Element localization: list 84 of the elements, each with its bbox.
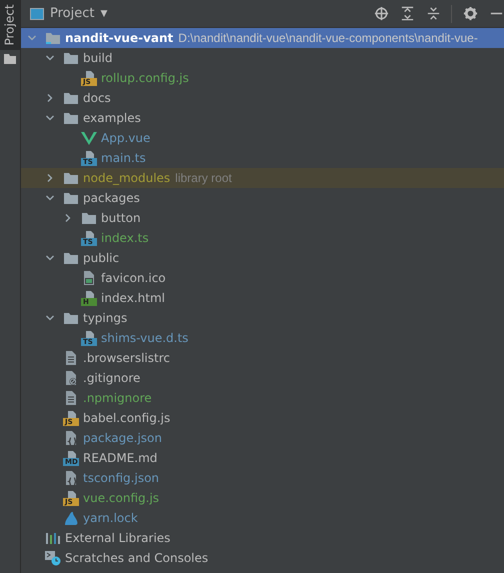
tree-row[interactable]: .browserslistrc (21, 348, 504, 368)
tree-row[interactable]: nandit-vue-vant D:\nandit\nandit-vue\nandit-vue-components\nandit-vue- (21, 28, 504, 48)
tree-row[interactable]: docs (21, 88, 504, 108)
tree-row[interactable]: public (21, 248, 504, 268)
settings-icon[interactable] (463, 6, 478, 21)
tree-row[interactable]: .gitignore (21, 368, 504, 388)
chevron-right-icon[interactable] (45, 93, 55, 103)
tree-row[interactable]: Scratches and Consoles (21, 548, 504, 568)
file-name: .browserslistrc (83, 351, 170, 365)
folder-icon (63, 110, 79, 126)
folder-icon (45, 30, 61, 46)
file-name: rollup.config.js (101, 71, 189, 85)
locate-icon[interactable] (374, 6, 389, 21)
tree-row[interactable]: typings (21, 308, 504, 328)
tree-row[interactable]: node_modules library root (21, 168, 504, 188)
file-name: build (83, 51, 113, 65)
tree-row[interactable]: packages (21, 188, 504, 208)
chevron-down-icon[interactable] (45, 313, 55, 323)
chevron-right-icon[interactable] (63, 213, 73, 223)
chevron-down-icon[interactable] (45, 193, 55, 203)
file-name: favicon.ico (101, 271, 166, 285)
tree-row[interactable]: package.json (21, 428, 504, 448)
image-file-icon (81, 270, 97, 286)
folder-icon[interactable] (4, 54, 16, 64)
file-name: App.vue (101, 131, 150, 145)
tree-row[interactable]: button (21, 208, 504, 228)
folder-icon (81, 210, 97, 226)
file-name: .npmignore (83, 391, 152, 405)
file-name: docs (83, 91, 111, 105)
collapse-all-icon[interactable] (426, 6, 441, 21)
file-name: button (101, 211, 141, 225)
file-name: yarn.lock (83, 511, 138, 525)
tree-row[interactable]: External Libraries (21, 528, 504, 548)
file-name: main.ts (101, 151, 146, 165)
path-note: D:\nandit\nandit-vue\nandit-vue-components\nandit-vue- (178, 31, 478, 45)
tree-row[interactable]: yarn.lock (21, 508, 504, 528)
vue-logo-icon (81, 130, 97, 146)
tree-row[interactable]: examples (21, 108, 504, 128)
tree-row[interactable]: App.vue (21, 128, 504, 148)
tree-row[interactable]: .npmignore (21, 388, 504, 408)
file-name: vue.config.js (83, 491, 160, 505)
file-name: index.html (101, 291, 165, 305)
file-name: External Libraries (65, 531, 170, 545)
folder-icon (63, 170, 79, 186)
tree-row[interactable]: favicon.ico (21, 268, 504, 288)
folder-icon (63, 90, 79, 106)
json-file-icon (63, 470, 79, 486)
file-name: package.json (83, 431, 162, 445)
text-file-icon (63, 350, 79, 366)
path-note: library root (175, 171, 232, 185)
tree-row[interactable]: build (21, 48, 504, 68)
file-name: public (83, 251, 120, 265)
expand-all-icon[interactable] (400, 6, 415, 21)
file-name: .gitignore (83, 371, 140, 385)
file-name: shims-vue.d.ts (101, 331, 188, 345)
dropdown-arrow[interactable]: ▼ (100, 8, 108, 18)
folder-icon (63, 250, 79, 266)
yarn-cat-icon (63, 510, 79, 526)
file-name: Scratches and Consoles (65, 551, 208, 565)
folder-icon (63, 50, 79, 66)
folder-icon (63, 310, 79, 326)
panel-title[interactable]: Project (50, 6, 94, 21)
ignored-file-icon (63, 370, 79, 386)
chevron-right-icon[interactable] (45, 173, 55, 183)
tree-row[interactable]: tsconfig.json (21, 468, 504, 488)
file-name: README.md (83, 451, 158, 465)
chevron-down-icon[interactable] (45, 53, 55, 63)
folder-icon (63, 190, 79, 206)
file-name: index.ts (101, 231, 149, 245)
libraries-icon (45, 530, 61, 546)
project-side-tab[interactable]: Project (0, 0, 20, 50)
file-name: babel.config.js (83, 411, 170, 425)
file-name: tsconfig.json (83, 471, 160, 485)
file-name: node_modules (83, 171, 170, 185)
chevron-down-icon[interactable] (45, 253, 55, 263)
window-icon (30, 8, 44, 20)
json-file-icon (63, 430, 79, 446)
text-file-icon (63, 390, 79, 406)
file-name: typings (83, 311, 128, 325)
file-name: packages (83, 191, 140, 205)
scratches-icon (45, 550, 61, 566)
file-name: examples (83, 111, 141, 125)
chevron-down-icon[interactable] (45, 113, 55, 123)
file-name: nandit-vue-vant (65, 31, 174, 45)
